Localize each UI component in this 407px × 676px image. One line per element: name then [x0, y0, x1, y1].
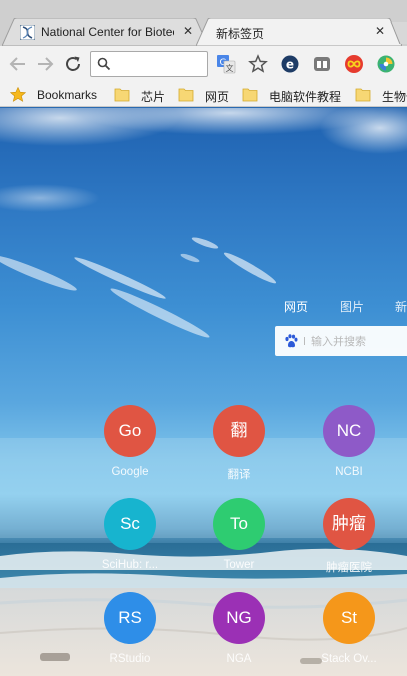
tile-badge: Sc: [104, 498, 156, 550]
close-tab-icon[interactable]: ✕: [181, 24, 195, 38]
speed-dial-tower[interactable]: To Tower: [194, 498, 284, 574]
extension-swirl-icon[interactable]: [376, 54, 396, 74]
tab-title: 新标签页: [216, 27, 265, 41]
search-tab-images[interactable]: 图片: [340, 298, 364, 315]
speed-dial-rstudio[interactable]: RS RStudio: [85, 592, 175, 668]
search-input[interactable]: [311, 332, 407, 350]
bookmark-label: Bookmarks: [37, 88, 98, 102]
folder-icon: [178, 87, 194, 102]
folder-icon: [355, 87, 371, 102]
tile-label: NCBI: [335, 466, 363, 478]
folder-icon: [114, 87, 130, 102]
speed-dial-scihub[interactable]: Sc SciHub: r...: [85, 498, 175, 574]
tile-label: NGA: [226, 653, 252, 665]
tile-badge: 翻: [213, 405, 265, 457]
star-bookmark-icon: [9, 86, 27, 102]
browser-toolbar: G文 e: [0, 46, 407, 82]
tile-label: 翻译: [227, 469, 251, 481]
tab-title: National Center for Biotechnology Inform…: [41, 25, 174, 39]
search-tab-web[interactable]: 网页: [284, 298, 308, 315]
address-input[interactable]: [115, 55, 203, 73]
speed-dial-translate[interactable]: 翻 翻译: [194, 405, 284, 481]
search-divider: [304, 337, 305, 345]
extension-window-icon[interactable]: [312, 54, 332, 74]
tile-label: Google: [111, 466, 149, 478]
bookmarks-bar: Bookmarks 芯片 网页 电脑软件教程 生物信息: [0, 82, 407, 107]
folder-icon: [242, 87, 258, 102]
tab-ncbi[interactable]: National Center for Biotechnology Inform…: [2, 18, 208, 46]
forward-arrow-icon[interactable]: [33, 52, 57, 76]
search-icon: [97, 57, 111, 71]
bookmark-folder-bioinformatics[interactable]: 生物信息: [355, 86, 407, 104]
extension-e-icon[interactable]: e: [280, 54, 300, 74]
tile-badge: NC: [323, 405, 375, 457]
tile-badge: St: [323, 592, 375, 644]
tile-label: 肿瘤医院: [326, 562, 372, 574]
close-tab-icon[interactable]: ✕: [373, 24, 387, 38]
new-tab-page: 网页 图片 新闻 Go Google 翻 翻译 NC NCBI Sc SciHu…: [0, 108, 407, 676]
tile-badge: RS: [104, 592, 156, 644]
baidu-search-box[interactable]: [275, 326, 407, 356]
speed-dial-ncbi[interactable]: NC NCBI: [304, 405, 394, 481]
translate-icon[interactable]: G文: [216, 54, 236, 74]
tile-label: Stack Ov...: [321, 653, 377, 665]
svg-text:文: 文: [226, 63, 234, 73]
tile-badge: Go: [104, 405, 156, 457]
tab-new-tab[interactable]: 新标签页 ✕: [196, 18, 402, 46]
tile-badge: NG: [213, 592, 265, 644]
svg-text:e: e: [286, 58, 294, 72]
speed-dial-tumor-hospital[interactable]: 肿瘤 肿瘤医院: [304, 498, 394, 574]
ncbi-helix-icon: [19, 24, 36, 41]
baidu-paw-icon: [283, 333, 299, 349]
tile-badge: To: [213, 498, 265, 550]
tile-label: SciHub: r...: [101, 559, 159, 571]
tile-badge: 肿瘤: [323, 498, 375, 550]
speed-dial-nga[interactable]: NG NGA: [194, 592, 284, 668]
tab-strip: National Center for Biotechnology Inform…: [0, 0, 407, 46]
bookmark-label: 芯片: [141, 90, 166, 104]
star-icon[interactable]: [248, 54, 268, 74]
bookmark-label: 电脑软件教程: [269, 90, 342, 104]
speed-dial-google[interactable]: Go Google: [85, 405, 175, 481]
speed-dial-stack-overflow[interactable]: St Stack Ov...: [304, 592, 394, 668]
tile-label: RStudio: [109, 653, 151, 665]
reload-icon[interactable]: [61, 52, 85, 76]
extension-infinity-icon[interactable]: [344, 54, 364, 74]
beach-wallpaper: [0, 108, 407, 676]
search-tab-news[interactable]: 新闻: [395, 298, 407, 315]
tile-label: Tower: [223, 559, 255, 571]
back-arrow-icon[interactable]: [6, 52, 30, 76]
search-engine-tabs: 网页 图片 新闻: [0, 298, 407, 314]
bookmark-label: 生物信息: [382, 90, 407, 104]
bookmark-label: 网页: [205, 90, 230, 104]
address-bar[interactable]: [90, 51, 208, 77]
